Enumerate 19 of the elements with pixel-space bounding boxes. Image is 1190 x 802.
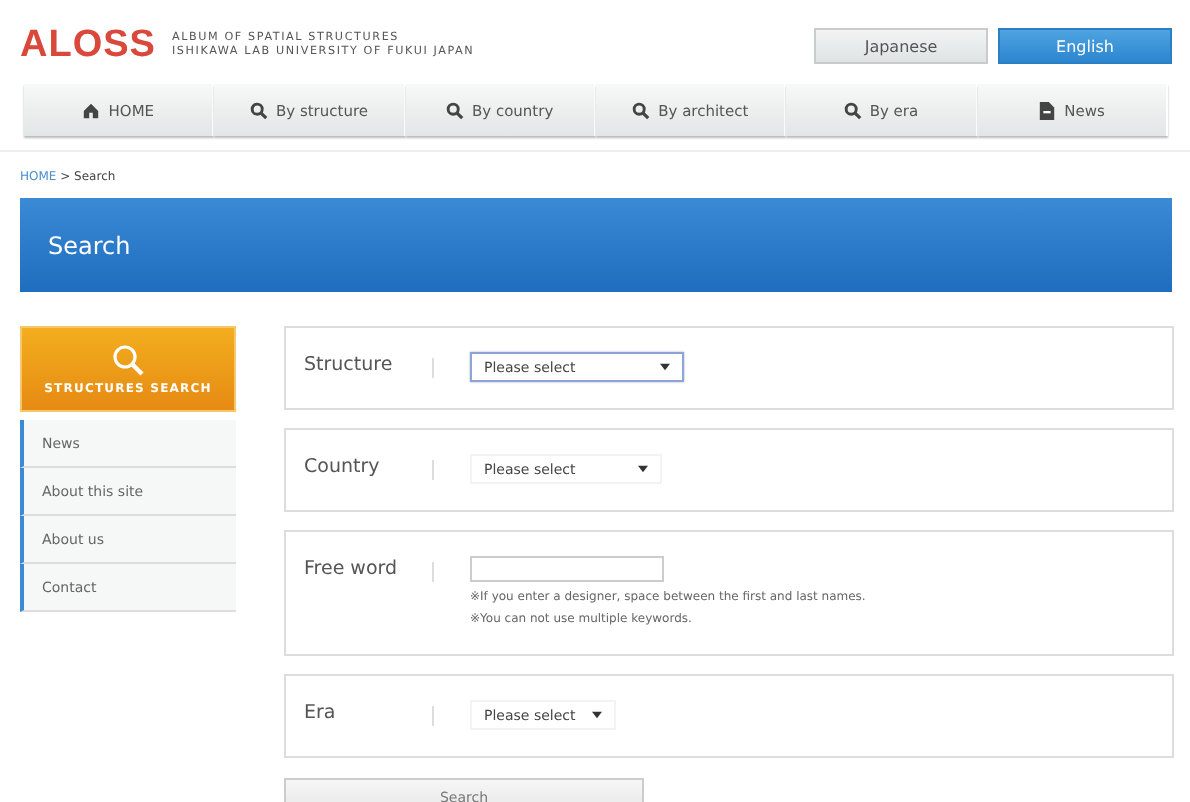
search-icon — [112, 343, 144, 375]
home-icon — [82, 101, 101, 119]
logo[interactable]: ALOSS — [20, 24, 156, 68]
search-icon — [445, 101, 464, 119]
field-label: Structure — [304, 352, 395, 380]
field-label: Era — [304, 700, 338, 728]
language-button[interactable]: English — [998, 28, 1172, 64]
search-icon — [632, 101, 651, 119]
field-label: Country — [304, 454, 382, 482]
page-title-banner: Search — [20, 198, 1172, 292]
language-button[interactable]: Japanese — [814, 28, 988, 64]
caret-icon — [660, 362, 670, 372]
input-field[interactable] — [470, 556, 664, 582]
caret-icon — [638, 464, 648, 474]
field-label: Free word — [304, 556, 400, 584]
document-icon — [1038, 101, 1057, 119]
caret-icon — [592, 710, 602, 720]
search-icon — [249, 101, 268, 119]
search-icon — [843, 101, 862, 119]
